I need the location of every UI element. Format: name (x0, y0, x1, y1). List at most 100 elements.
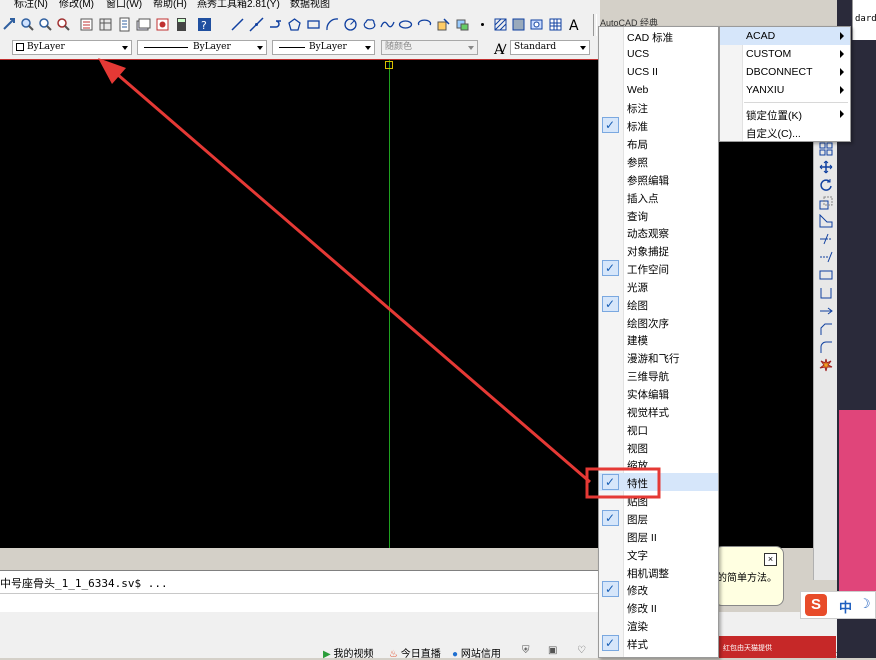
break-at-point-icon[interactable] (819, 286, 833, 300)
shield-icon[interactable]: ⛨ (522, 645, 530, 656)
context-menu-item[interactable]: 查询 (599, 206, 718, 224)
context-menu-item[interactable]: ✓ 绘图 (599, 295, 718, 313)
context-menu-item[interactable]: ✓ 图层 (599, 509, 718, 527)
trim-icon[interactable] (819, 232, 833, 246)
context-menu-item[interactable]: 绘图次序 (599, 313, 718, 331)
context-menu-item[interactable]: 三维导航 (599, 366, 718, 384)
submenu-item-acad[interactable]: ACAD (720, 27, 850, 45)
array-icon[interactable] (819, 142, 833, 156)
ime-mode-label[interactable]: 中 (839, 597, 852, 616)
context-menu-item[interactable]: 文字 (599, 545, 718, 563)
context-menu-item[interactable]: 建模 (599, 330, 718, 348)
context-menu-item[interactable]: 动态观察 (599, 223, 718, 241)
text-style-icon[interactable]: A (492, 40, 508, 56)
plotstyle-control[interactable]: 随颜色 (381, 40, 478, 55)
context-menu-item[interactable]: UCS (599, 45, 718, 63)
submenu-item-dbconnect[interactable]: DBCONNECT (720, 63, 850, 81)
rectangle-icon[interactable] (306, 17, 321, 32)
context-menu-item[interactable]: ✓ 工作空间 (599, 259, 718, 277)
rotate-icon[interactable] (819, 178, 833, 192)
context-menu-item[interactable]: 参照 (599, 152, 718, 170)
break-icon[interactable] (819, 268, 833, 282)
gradient-icon[interactable] (511, 17, 526, 32)
context-menu-item[interactable]: ✓ 修改 (599, 580, 718, 598)
region-icon[interactable] (529, 17, 544, 32)
context-menu-item[interactable]: 视图 (599, 438, 718, 456)
context-menu-item[interactable]: 插入点 (599, 188, 718, 206)
point-icon[interactable] (475, 17, 490, 32)
submenu-item-lock-position[interactable]: 锁定位置(K) (720, 105, 850, 123)
submenu-item-custom[interactable]: CUSTOM (720, 45, 850, 63)
revision-cloud-icon[interactable] (362, 17, 377, 32)
submenu-item-yanxiu[interactable]: YANXIU (720, 81, 850, 99)
polyline-icon[interactable] (268, 17, 283, 32)
context-menu-item[interactable]: ✓ 标准 (599, 116, 718, 134)
context-menu-item[interactable]: 缩放 (599, 455, 718, 473)
moon-icon[interactable]: ☽ (859, 596, 871, 612)
construction-line-icon[interactable] (249, 17, 264, 32)
context-menu-item[interactable]: ✓ 特性 (599, 473, 718, 492)
context-menu-item[interactable]: 漫游和飞行 (599, 348, 718, 366)
table-icon[interactable] (548, 17, 563, 32)
menu-window[interactable]: 窗口(W) (106, 0, 142, 10)
menu-help[interactable]: 帮助(H) (153, 0, 187, 10)
circle-icon[interactable] (343, 17, 358, 32)
context-menu-item[interactable]: 标注 (599, 98, 718, 116)
calculator-icon[interactable] (174, 17, 189, 32)
close-icon[interactable]: × (764, 553, 777, 566)
grip-marker[interactable] (385, 61, 393, 69)
explode-icon[interactable] (819, 358, 833, 372)
chamfer-icon[interactable] (819, 322, 833, 336)
extend-icon[interactable] (819, 250, 833, 264)
context-menu-item[interactable]: 光源 (599, 277, 718, 295)
submenu-item-customize[interactable]: 自定义(C)... (720, 123, 850, 141)
context-menu-item[interactable]: 修改 II (599, 598, 718, 616)
ad-banner[interactable]: 红包由天猫提供 (719, 636, 836, 658)
zoom-window-icon[interactable] (38, 17, 53, 32)
ellipse-icon[interactable] (398, 17, 413, 32)
context-menu-item[interactable]: 渲染 (599, 616, 718, 634)
ime-toolbar[interactable]: S 中 ☽ (800, 591, 876, 619)
command-line[interactable]: 中号座骨头_1_1_6334.sv$ ... (0, 570, 600, 613)
ellipse-arc-icon[interactable] (417, 17, 432, 32)
properties-icon[interactable] (79, 17, 94, 32)
context-menu-item[interactable]: CAD 标准 (599, 27, 718, 45)
context-menu-item[interactable]: 视觉样式 (599, 402, 718, 420)
image-icon[interactable]: ▣ (548, 645, 557, 656)
arc-icon[interactable] (325, 17, 340, 32)
zoom-realtime-icon[interactable] (20, 17, 35, 32)
context-menu-item[interactable]: 对象捕捉 (599, 241, 718, 259)
text-style-control[interactable]: Standard (510, 40, 590, 55)
context-menu-item[interactable]: 相机调整 (599, 563, 718, 581)
help-icon[interactable]: ? (197, 17, 212, 32)
context-menu-item[interactable]: 布局 (599, 134, 718, 152)
pan-icon[interactable] (2, 17, 17, 32)
context-menu-item[interactable]: ✓ 样式 (599, 634, 718, 652)
context-menu-item[interactable]: 视口 (599, 420, 718, 438)
zoom-previous-icon[interactable] (56, 17, 71, 32)
make-block-icon[interactable] (455, 17, 470, 32)
tool-palettes-icon[interactable] (117, 17, 132, 32)
fillet-icon[interactable] (819, 340, 833, 354)
menu-dimension[interactable]: 标注(N) (14, 0, 48, 10)
context-menu-item[interactable]: 实体编辑 (599, 384, 718, 402)
lineweight-control[interactable]: ByLayer (272, 40, 375, 55)
move-icon[interactable] (819, 160, 833, 174)
linetype-control[interactable]: ByLayer (137, 40, 267, 55)
context-menu-item[interactable]: 贴图 (599, 491, 718, 509)
spline-icon[interactable] (380, 17, 395, 32)
join-icon[interactable] (819, 304, 833, 318)
context-menu-item[interactable]: 图层 II (599, 527, 718, 545)
hatch-icon[interactable] (493, 17, 508, 32)
line-icon[interactable] (230, 17, 245, 32)
polygon-icon[interactable] (287, 17, 302, 32)
context-menu-item[interactable]: UCS II (599, 63, 718, 81)
heart-icon[interactable]: ♡ (577, 645, 586, 656)
context-menu-item[interactable]: Web (599, 81, 718, 99)
menu-modify[interactable]: 修改(M) (59, 0, 94, 10)
design-center-icon[interactable] (98, 17, 113, 32)
color-control[interactable]: ByLayer (12, 40, 132, 55)
scale-icon[interactable] (819, 196, 833, 210)
menu-yanxiu-tools[interactable]: 燕秀工具箱2.81(Y) (197, 0, 280, 10)
sheet-set-icon[interactable] (136, 17, 151, 32)
